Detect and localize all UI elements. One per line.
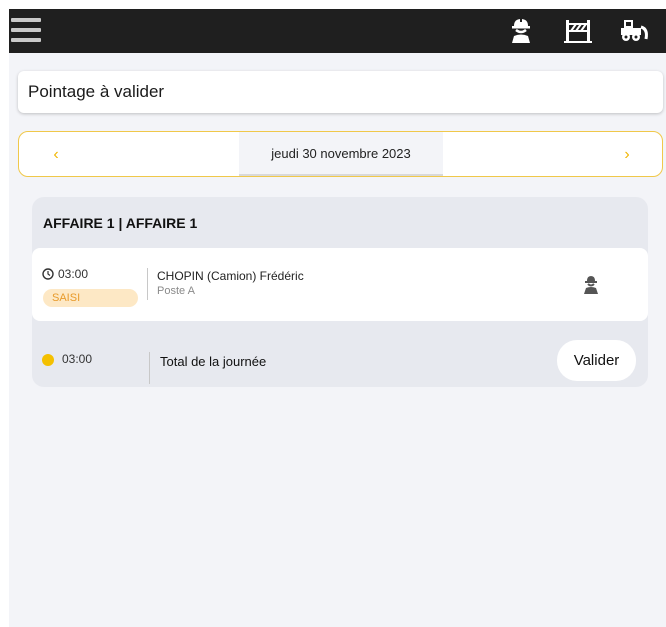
affaire-card: AFFAIRE 1 | AFFAIRE 1 03:00 SAISI CHOPIN… [32,197,648,387]
status-badge: SAISI [43,289,138,307]
current-date[interactable]: jeudi 30 novembre 2023 [239,132,443,176]
employee-poste: Poste A [157,285,195,297]
clock-icon [42,268,54,280]
machine-icon[interactable] [618,15,650,45]
divider [149,352,150,384]
divider [147,268,148,300]
worker-icon[interactable] [505,15,537,45]
top-bar [9,9,666,53]
entry-time: 03:00 [58,267,89,281]
total-time: 03:00 [62,352,93,366]
page-title: Pointage à valider [28,82,165,101]
validate-button[interactable]: Valider [557,340,636,381]
chevron-right-icon[interactable]: › [612,143,642,167]
barrier-icon[interactable] [562,15,594,45]
affaire-title: AFFAIRE 1 | AFFAIRE 1 [43,215,198,231]
worker-icon [584,276,598,294]
total-dot-icon [42,354,54,366]
app-screen: Pointage à valider ‹ jeudi 30 novembre 2… [9,9,666,627]
pointage-entry[interactable]: 03:00 SAISI CHOPIN (Camion) Frédéric Pos… [32,248,648,321]
date-navigator: ‹ jeudi 30 novembre 2023 › [18,131,663,177]
total-label: Total de la journée [160,354,267,369]
chevron-left-icon[interactable]: ‹ [41,143,71,167]
employee-name: CHOPIN (Camion) Frédéric [157,269,304,283]
menu-icon[interactable] [11,17,41,43]
page-title-card: Pointage à valider [18,71,663,113]
